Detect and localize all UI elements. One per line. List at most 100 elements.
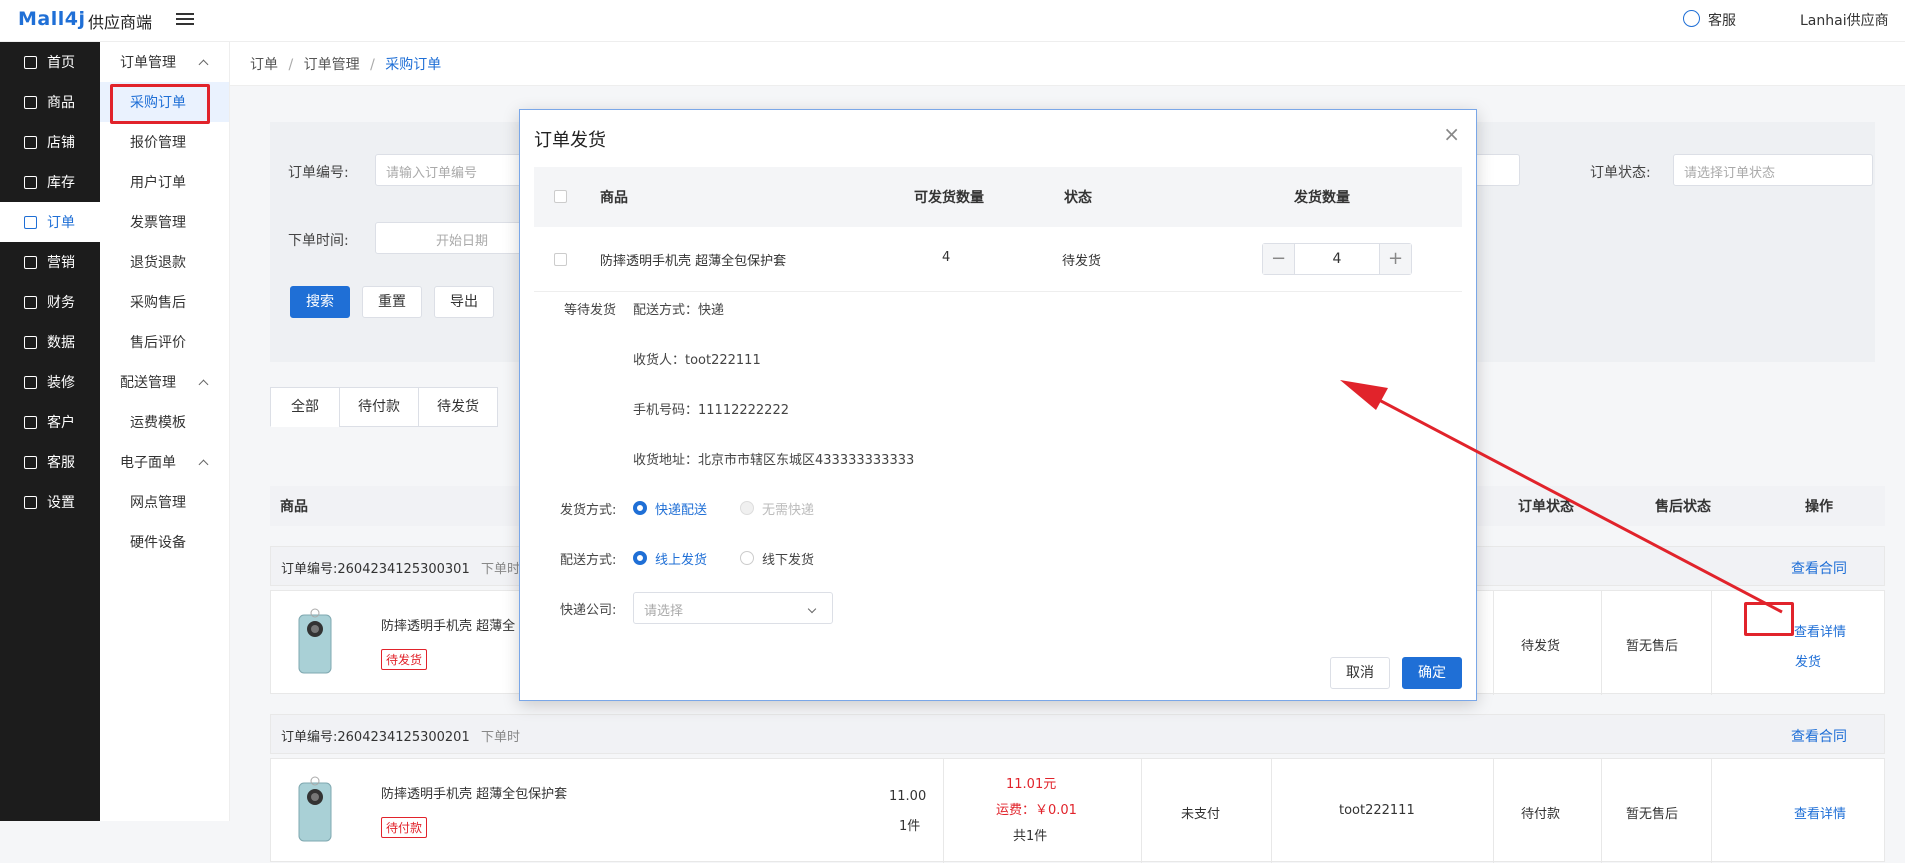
status-select[interactable]: 请选择订单状态 xyxy=(1673,154,1873,186)
row-state: 待发货 xyxy=(1062,254,1102,269)
row-checkbox[interactable] xyxy=(554,253,567,266)
breadcrumb: 订单 / 订单管理 / 采购订单 xyxy=(230,42,1905,86)
home-icon xyxy=(24,55,37,69)
product-name: 防摔透明手机壳 超薄全包保护套 xyxy=(600,254,787,269)
inventory-icon xyxy=(24,175,37,189)
tab-pending-payment[interactable]: 待付款 xyxy=(339,387,419,427)
radio-express-label[interactable]: 快递配送 xyxy=(655,499,707,518)
sidebar-item-finance[interactable]: 财务 xyxy=(0,282,100,322)
sidebar-item-decoration[interactable]: 装修 xyxy=(0,362,100,402)
courier-label: 快递公司: xyxy=(560,603,617,618)
submenu-item-outlets[interactable]: 网点管理 xyxy=(100,482,229,522)
radio-no-express-label[interactable]: 无需快递 xyxy=(762,499,814,518)
view-details-link[interactable]: 查看详情 xyxy=(1794,621,1846,640)
product-name[interactable]: 防摔透明手机壳 超薄全包保护套 xyxy=(381,783,567,802)
order-no-label: 订单编号: xyxy=(288,165,349,181)
breadcrumb-order-management[interactable]: 订单管理 xyxy=(304,57,360,73)
menu-collapse-icon[interactable] xyxy=(176,10,194,28)
submenu-item-freight-template[interactable]: 运费模板 xyxy=(100,402,229,442)
total-amount: 11.01元 xyxy=(1006,777,1057,792)
order-time: 下单时 xyxy=(481,562,521,577)
chat-bubble-icon xyxy=(24,455,37,469)
sidebar-item-orders[interactable]: 订单 xyxy=(0,202,100,242)
select-all-checkbox[interactable] xyxy=(554,190,567,203)
sidebar-item-home[interactable]: 首页 xyxy=(0,42,100,82)
submenu-item-user-orders[interactable]: 用户订单 xyxy=(100,162,229,202)
freight-amount: 运费：￥0.01 xyxy=(996,803,1077,818)
dialog-table-header: 商品 可发货数量 状态 发货数量 xyxy=(534,167,1462,227)
customer-service-link[interactable]: 客服 xyxy=(1708,10,1736,30)
tab-pending-shipment[interactable]: 待发货 xyxy=(418,387,498,427)
tab-all[interactable]: 全部 xyxy=(270,387,340,427)
logo-subtitle: 供应商端 xyxy=(88,13,153,32)
user-name[interactable]: Lanhai供应商 xyxy=(1800,10,1889,30)
sidebar-item-store[interactable]: 店铺 xyxy=(0,122,100,162)
sidebar-item-data[interactable]: 数据 xyxy=(0,322,100,362)
chevron-up-icon xyxy=(198,459,209,469)
receiver-name: 收货人：toot222111 xyxy=(633,353,761,368)
view-contract-link[interactable]: 查看合同 xyxy=(1791,726,1847,746)
export-button[interactable]: 导出 xyxy=(434,286,494,318)
dialog-title: 订单发货 xyxy=(534,130,606,151)
order-number: 订单编号:2604234125300201 xyxy=(281,730,470,745)
order-time: 下单时 xyxy=(481,730,521,745)
minus-icon[interactable]: − xyxy=(1263,244,1295,274)
submenu-group-orders[interactable]: 订单管理 xyxy=(100,42,229,82)
submenu-item-hardware[interactable]: 硬件设备 xyxy=(100,522,229,562)
radio-no-express[interactable] xyxy=(740,501,754,515)
view-details-link[interactable]: 查看详情 xyxy=(1794,803,1846,822)
ship-link[interactable]: 发货 xyxy=(1795,651,1821,670)
col-state: 状态 xyxy=(1064,190,1092,206)
ship-order-dialog: 订单发货 × 商品 可发货数量 状态 发货数量 防摔透明手机壳 超薄全包保护套 … xyxy=(519,109,1477,701)
sidebar-item-inventory[interactable]: 库存 xyxy=(0,162,100,202)
gift-icon xyxy=(24,255,37,269)
item-count: 共1件 xyxy=(1013,829,1048,844)
radio-offline-label[interactable]: 线下发货 xyxy=(762,549,814,568)
submenu-item-reviews[interactable]: 售后评价 xyxy=(100,322,229,362)
view-contract-link[interactable]: 查看合同 xyxy=(1791,558,1847,578)
sidebar-item-customers[interactable]: 客户 xyxy=(0,402,100,442)
product-name[interactable]: 防摔透明手机壳 超薄全 xyxy=(381,615,515,634)
sidebar: 首页 商品 店铺 库存 订单 营销 财务 数据 装修 客户 客服 设置 xyxy=(0,42,100,821)
buyer-name: toot222111 xyxy=(1339,803,1415,818)
sidebar-item-service[interactable]: 客服 xyxy=(0,442,100,482)
unit-price: 11.00 xyxy=(889,789,927,804)
submenu-item-quotes[interactable]: 报价管理 xyxy=(100,122,229,162)
reset-button[interactable]: 重置 xyxy=(362,286,422,318)
quantity: 1件 xyxy=(899,819,921,834)
confirm-button[interactable]: 确定 xyxy=(1402,657,1462,689)
submenu-item-purchase-aftersale[interactable]: 采购售后 xyxy=(100,282,229,322)
submenu-group-delivery[interactable]: 配送管理 xyxy=(100,362,229,402)
status-badge: 待付款 xyxy=(381,817,428,838)
order-status-value: 待发货 xyxy=(1521,639,1561,654)
col-product: 商品 xyxy=(280,499,308,515)
logo[interactable]: Mall4j xyxy=(18,8,86,30)
radio-offline[interactable] xyxy=(740,551,754,565)
sidebar-item-settings[interactable]: 设置 xyxy=(0,482,100,522)
courier-select[interactable]: 请选择 xyxy=(633,592,833,624)
sidebar-item-products[interactable]: 商品 xyxy=(0,82,100,122)
waiting-label: 等待发货 xyxy=(564,303,617,318)
receiver-phone: 手机号码：11112222222 xyxy=(633,403,789,418)
chevron-up-icon xyxy=(198,379,209,389)
cancel-button[interactable]: 取消 xyxy=(1330,657,1390,689)
product-icon xyxy=(24,95,37,109)
receiver-address: 收货地址：北京市市辖区东城区433333333333 xyxy=(633,453,915,468)
top-bar: Mall4j 供应商端 客服 Lanhai供应商 xyxy=(0,0,1905,42)
quantity-input[interactable]: 4 xyxy=(1295,244,1379,274)
search-button[interactable]: 搜索 xyxy=(290,286,350,318)
submenu-item-refunds[interactable]: 退货退款 xyxy=(100,242,229,282)
submenu-group-waybill[interactable]: 电子面单 xyxy=(100,442,229,482)
plus-icon[interactable]: + xyxy=(1379,244,1411,274)
sidebar-item-marketing[interactable]: 营销 xyxy=(0,242,100,282)
submenu-item-invoices[interactable]: 发票管理 xyxy=(100,202,229,242)
radio-express[interactable] xyxy=(633,501,647,515)
radio-online[interactable] xyxy=(633,551,647,565)
breadcrumb-orders[interactable]: 订单 xyxy=(250,57,278,73)
radio-online-label[interactable]: 线上发货 xyxy=(655,549,707,568)
close-icon[interactable]: × xyxy=(1443,122,1460,146)
table-row: 防摔透明手机壳 超薄全包保护套 待付款 11.00 1件 11.01元 运费：￥… xyxy=(270,758,1885,863)
order-time-label: 下单时间: xyxy=(288,233,349,249)
chat-icon[interactable] xyxy=(1683,10,1700,27)
col-available-qty: 可发货数量 xyxy=(914,190,984,206)
